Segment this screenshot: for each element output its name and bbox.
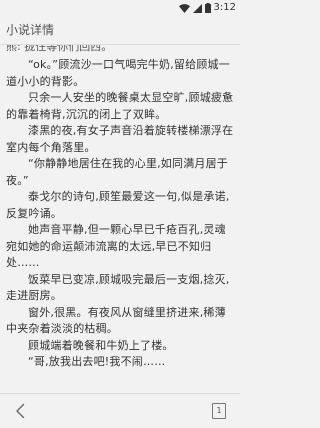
page-count-button[interactable]: 1 bbox=[212, 403, 226, 419]
back-button[interactable] bbox=[12, 402, 30, 420]
signal-icon bbox=[192, 3, 202, 13]
paragraph: 泰戈尔的诗句,顾笙最爱这一句,似是承诺,反复吟诵。 bbox=[6, 190, 230, 220]
paragraph: “哥,放我出去吧!我不闹…… bbox=[28, 355, 166, 368]
paragraph: 她声音平静,但一颗心早已千疮百孔,灵魂宛如她的命运颠沛流离的太远,早已不知归处…… bbox=[6, 223, 226, 269]
paragraph: “你静静地居住在我的心里,如同满月居于夜。” bbox=[6, 157, 228, 187]
status-time: 3:12 bbox=[213, 2, 236, 13]
paragraph: 饭菜早已变凉,顾城吸完最后一支烟,捻灭,走进厨房。 bbox=[6, 272, 230, 303]
status-bar: 3:12 bbox=[0, 0, 240, 16]
battery-icon bbox=[204, 3, 211, 13]
paragraph: 窗外,很黑。有夜风从窗缝里挤进来,稀薄中夹杂着淡淡的枯稠。 bbox=[6, 305, 226, 336]
chevron-left-icon bbox=[16, 403, 25, 419]
wifi-icon bbox=[178, 3, 190, 13]
chapter-content[interactable]: 熊: 拢住等你们回西。 “ok。”顾流沙一口气喝完牛奶,留给顾城一道小小的背影。… bbox=[0, 45, 240, 393]
paragraph: “ok。”顾流沙一口气喝完牛奶,留给顾城一道小小的背影。 bbox=[6, 58, 230, 88]
page-title: 小说详情 bbox=[6, 23, 55, 37]
paragraph: 只余一人安坐的晚餐桌太显空旷,顾城疲惫的靠着椅背,沉沉的闭上了双眸。 bbox=[6, 91, 234, 121]
partial-text-line: 熊: 拢住等你们回西。 bbox=[6, 45, 113, 53]
app-header: 小说详情 bbox=[0, 16, 240, 45]
paragraph-list: “ok。”顾流沙一口气喝完牛奶,留给顾城一道小小的背影。 只余一人安坐的晚餐桌太… bbox=[0, 57, 240, 371]
paragraph: 顾城端着晚餐和牛奶上了楼。 bbox=[28, 338, 174, 352]
paragraph: 漆黑的夜,有女子声音沿着旋转楼梯漂浮在室内每个角落里。 bbox=[6, 124, 234, 154]
status-icons: 3:12 bbox=[178, 2, 236, 14]
bottom-nav-bar: 1 bbox=[0, 393, 240, 428]
